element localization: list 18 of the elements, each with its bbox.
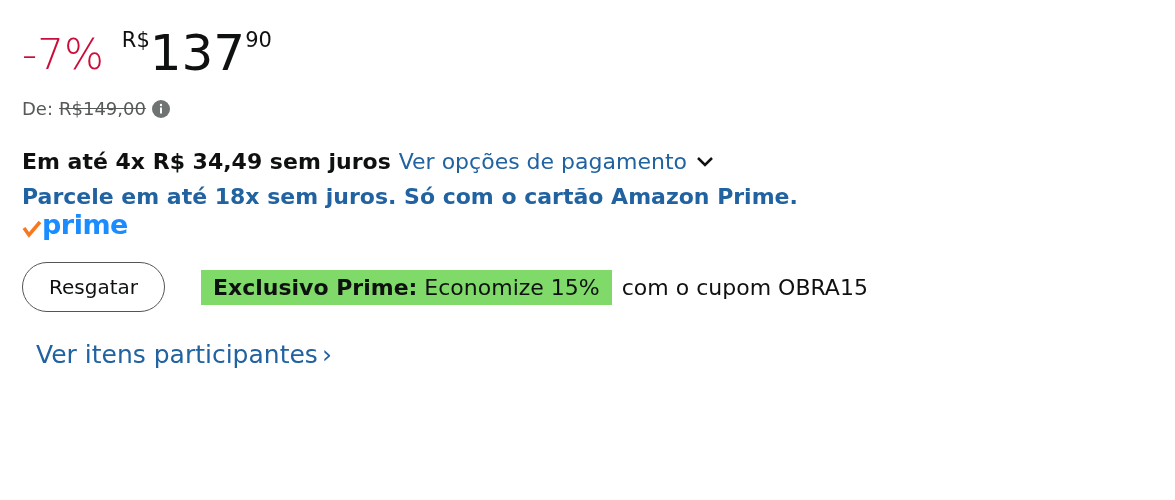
info-icon[interactable] — [151, 99, 170, 118]
chevron-right-icon[interactable]: › — [321, 340, 332, 369]
list-price-label: De: — [22, 98, 53, 119]
checkmark-icon — [22, 220, 42, 238]
price-whole: 137 — [149, 28, 246, 78]
redeem-button[interactable]: Resgatar — [22, 262, 165, 312]
card-offer-text: Parcele em até 18x sem juros. Só com o cartão Amazon Prime. — [22, 184, 799, 209]
participating-items-link[interactable]: Ver itens participantes — [36, 340, 318, 369]
coupon-text: com o cupom OBRA15 — [621, 274, 868, 300]
installments-text: Em até 4x R$ 34,49 sem juros — [22, 149, 391, 174]
currency-symbol: R$ — [121, 30, 150, 51]
price-fraction: 90 — [245, 30, 272, 51]
discount-percentage: -7% — [22, 34, 104, 76]
payment-options-link[interactable]: Ver opções de pagamento — [398, 149, 687, 174]
list-price: R$149,00 — [59, 98, 146, 119]
prime-logo: prime — [42, 211, 128, 238]
chevron-down-icon[interactable] — [695, 155, 715, 168]
coupon-badge: Exclusivo Prime: Economize 15% — [201, 269, 612, 305]
